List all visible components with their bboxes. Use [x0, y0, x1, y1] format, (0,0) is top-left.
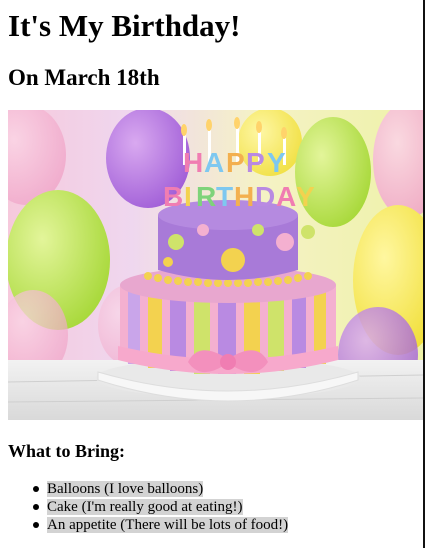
what-to-bring-heading: What to Bring:	[8, 441, 125, 461]
list-item-text: An appetite (There will be lots of food!…	[47, 517, 289, 533]
svg-text:Y: Y	[296, 181, 315, 212]
list-item-text: Balloons (I love balloons)	[47, 481, 204, 497]
page-title: It's My Birthday!	[8, 8, 241, 43]
svg-text:A: A	[204, 147, 224, 178]
list-item: Cake (I'm really good at eating!)	[32, 498, 288, 516]
svg-text:D: D	[255, 181, 275, 212]
svg-text:A: A	[276, 181, 296, 212]
page-subtitle: On March 18th	[8, 65, 160, 90]
list-item: An appetite (There will be lots of food!…	[32, 516, 289, 534]
svg-text:P: P	[246, 147, 265, 178]
birthday-cake-photo: H A P P Y B I R T H D A Y	[8, 110, 423, 420]
svg-text:H: H	[183, 147, 203, 178]
list-item: Balloons (I love balloons)	[32, 480, 288, 498]
bring-list: Balloons (I love balloons) Cake (I'm rea…	[8, 480, 289, 534]
svg-text:B: B	[163, 181, 183, 212]
list-item-text: Cake (I'm really good at eating!)	[47, 499, 243, 515]
svg-text:P: P	[226, 147, 245, 178]
svg-text:T: T	[216, 181, 233, 212]
svg-text:I: I	[184, 181, 192, 212]
svg-text:Y: Y	[267, 147, 286, 178]
svg-text:H: H	[234, 181, 254, 212]
svg-text:R: R	[196, 181, 216, 212]
